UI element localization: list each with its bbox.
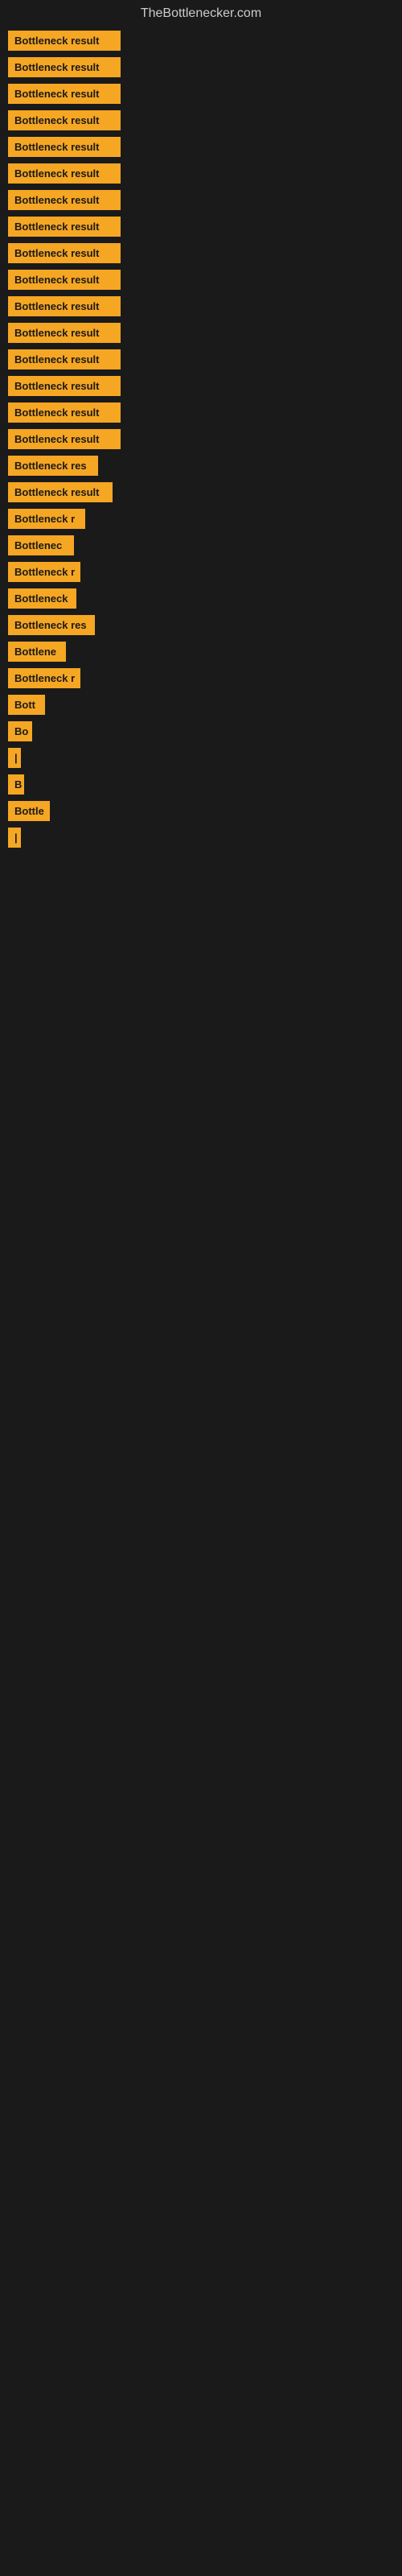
list-item: Bottleneck r (8, 562, 394, 582)
bottleneck-badge[interactable]: Bott (8, 695, 45, 715)
list-item: Bottleneck result (8, 323, 394, 343)
bottleneck-badge[interactable]: Bottleneck result (8, 84, 121, 104)
list-item: Bottlene (8, 642, 394, 662)
bottleneck-badge[interactable]: Bottleneck result (8, 323, 121, 343)
bottleneck-badge[interactable]: Bottleneck result (8, 243, 121, 263)
list-item: Bottleneck result (8, 429, 394, 449)
list-item: Bottleneck result (8, 190, 394, 210)
bottleneck-badge[interactable]: B (8, 774, 24, 795)
list-item: Bottleneck res (8, 615, 394, 635)
list-item: Bottleneck result (8, 110, 394, 130)
bottleneck-badge[interactable]: Bottle (8, 801, 50, 821)
list-item: Bottleneck result (8, 296, 394, 316)
bottleneck-badge[interactable]: Bottleneck res (8, 456, 98, 476)
list-item: Bottle (8, 801, 394, 821)
bottleneck-badge[interactable]: | (8, 828, 21, 848)
bottleneck-badge[interactable]: Bottleneck r (8, 509, 85, 529)
bottleneck-badge[interactable]: Bottleneck result (8, 270, 121, 290)
list-item: Bott (8, 695, 394, 715)
list-item: Bottleneck result (8, 137, 394, 157)
bottleneck-badge[interactable]: Bottleneck result (8, 349, 121, 369)
site-title: TheBottlenecker.com (0, 0, 402, 31)
bottleneck-badge[interactable]: Bottleneck result (8, 163, 121, 184)
list-item: | (8, 748, 394, 768)
list-item: Bottleneck result (8, 84, 394, 104)
list-item: Bottleneck result (8, 270, 394, 290)
bottleneck-badge[interactable]: Bottleneck res (8, 615, 95, 635)
list-item: B (8, 774, 394, 795)
list-item: Bottleneck result (8, 402, 394, 423)
bottleneck-badge[interactable]: Bottleneck r (8, 668, 80, 688)
bottleneck-badge[interactable]: Bottleneck result (8, 110, 121, 130)
bottleneck-badge[interactable]: Bottleneck result (8, 190, 121, 210)
bottleneck-badge[interactable]: Bottleneck result (8, 296, 121, 316)
bottleneck-badge[interactable]: Bottleneck result (8, 31, 121, 51)
bottleneck-badge[interactable]: Bottleneck r (8, 562, 80, 582)
list-item: Bottleneck result (8, 31, 394, 51)
list-item: Bottleneck result (8, 376, 394, 396)
bottleneck-badge[interactable]: Bottleneck result (8, 57, 121, 77)
bottleneck-badge[interactable]: Bottleneck result (8, 402, 121, 423)
list-item: | (8, 828, 394, 848)
list-item: Bottleneck result (8, 163, 394, 184)
bottleneck-badge[interactable]: Bottleneck result (8, 217, 121, 237)
list-item: Bo (8, 721, 394, 741)
list-item: Bottlenec (8, 535, 394, 555)
list-item: Bottleneck result (8, 349, 394, 369)
bottleneck-badge[interactable]: Bottlene (8, 642, 66, 662)
list-item: Bottleneck r (8, 509, 394, 529)
bottleneck-badge[interactable]: | (8, 748, 21, 768)
bottleneck-badge[interactable]: Bottleneck result (8, 482, 113, 502)
bottleneck-badge[interactable]: Bottleneck result (8, 429, 121, 449)
list-item: Bottleneck result (8, 243, 394, 263)
list-item: Bottleneck r (8, 668, 394, 688)
bottleneck-badge[interactable]: Bo (8, 721, 32, 741)
list-item: Bottleneck result (8, 217, 394, 237)
bottleneck-badge[interactable]: Bottleneck (8, 588, 76, 609)
bottleneck-badge[interactable]: Bottlenec (8, 535, 74, 555)
bottleneck-badge[interactable]: Bottleneck result (8, 376, 121, 396)
list-item: Bottleneck result (8, 482, 394, 502)
list-item: Bottleneck (8, 588, 394, 609)
list-item: Bottleneck result (8, 57, 394, 77)
list-item: Bottleneck res (8, 456, 394, 476)
bottleneck-badge[interactable]: Bottleneck result (8, 137, 121, 157)
bottleneck-list: Bottleneck result Bottleneck result Bottle… (0, 31, 402, 854)
